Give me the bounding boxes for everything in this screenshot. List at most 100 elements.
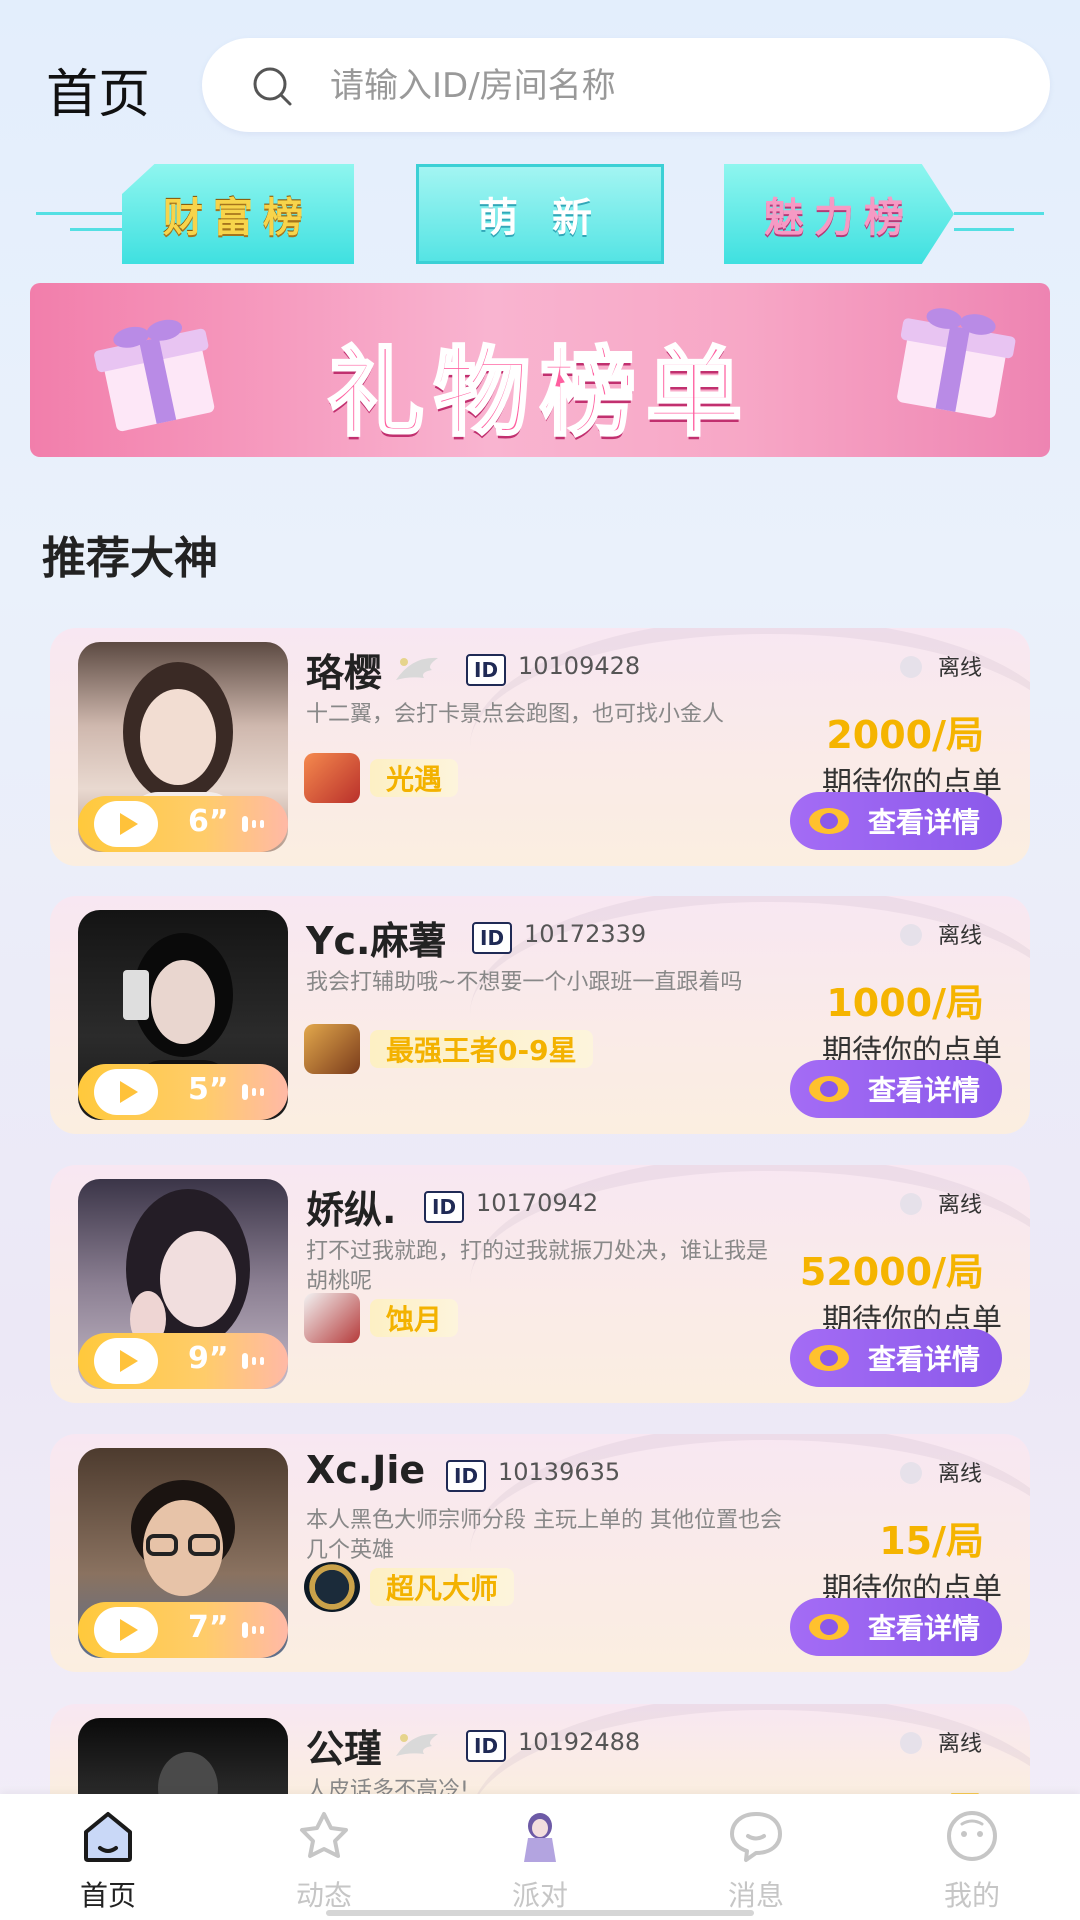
chat-bubble-icon xyxy=(730,1812,782,1862)
online-status: 离线 xyxy=(938,656,983,681)
expert-card[interactable]: 9” 娇纵. ID 10170942 打不过我就跑，打的过我就振刀处决，谁让我是… xyxy=(50,1165,1030,1403)
expert-card[interactable]: 6” 珞樱 ID 10109428 十二翼，会打卡景点会跑图，也可找小金人 光遇… xyxy=(50,628,1030,866)
expert-description: 人皮话多不高冷! xyxy=(306,1778,469,1794)
price: 2000/局 xyxy=(826,713,984,757)
profile-face-icon xyxy=(947,1811,997,1861)
tab-messages-label: 消息 xyxy=(727,1879,784,1912)
id-badge: ID xyxy=(446,1460,487,1492)
voice-duration: 9” xyxy=(188,1341,229,1376)
tab-moments-label: 动态 xyxy=(295,1879,352,1912)
search-input[interactable] xyxy=(328,56,1022,116)
price: 1000/局 xyxy=(826,981,984,1025)
view-details-label: 查看详情 xyxy=(868,1612,981,1645)
gift-ranking-banner[interactable]: 礼物榜单 xyxy=(30,283,1050,457)
status-dot xyxy=(900,1193,922,1215)
game-tag: 光遇 xyxy=(370,759,459,797)
expert-name: 珞樱 xyxy=(306,651,383,695)
expert-description: 本人黑色大师宗师分段 主玩上单的 其他位置也会几个英雄 xyxy=(306,1508,782,1563)
view-details-label: 查看详情 xyxy=(868,1343,981,1376)
status-dot xyxy=(900,1462,922,1484)
price: 15/局 xyxy=(879,1519,984,1563)
expert-description: 十二翼，会打卡景点会跑图，也可找小金人 xyxy=(306,702,725,727)
id-badge: ID xyxy=(466,1730,507,1762)
tab-mine-label: 我的 xyxy=(943,1879,1000,1912)
user-id: 10192488 xyxy=(518,1728,641,1756)
newbie-rank-button[interactable]: 萌 新 xyxy=(416,164,664,264)
gift-ranking-title: 礼物榜单 xyxy=(327,336,752,451)
user-id: 10170942 xyxy=(476,1189,599,1217)
view-details-button[interactable]: 查看详情 xyxy=(790,1060,1002,1118)
play-icon[interactable] xyxy=(94,1069,158,1115)
expert-name: 公瑾 xyxy=(306,1727,383,1771)
voice-intro[interactable]: 5” xyxy=(78,1064,288,1120)
expert-card[interactable]: 5” Yc.麻薯 ID 10172339 我会打辅助哦~不想要一个小跟班一直跟着… xyxy=(50,896,1030,1134)
play-icon[interactable] xyxy=(94,1607,158,1653)
expert-name: 娇纵. xyxy=(306,1188,397,1232)
rank-row: 财富榜 萌 新 魅力榜 xyxy=(0,156,1080,278)
page-title: 首页 xyxy=(46,65,151,125)
wing-badge-icon xyxy=(396,657,438,680)
play-icon[interactable] xyxy=(94,801,158,847)
online-status: 离线 xyxy=(938,1732,983,1757)
user-id: 10109428 xyxy=(518,652,641,680)
audio-wave-icon xyxy=(242,1084,264,1100)
tab-party[interactable]: 派对 xyxy=(432,1794,648,1920)
expert-description: 打不过我就跑，打的过我就振刀处决，谁让我是胡桃呢 xyxy=(306,1239,769,1294)
view-details-button[interactable]: 查看详情 xyxy=(790,792,1002,850)
voice-intro[interactable]: 6” xyxy=(78,796,288,852)
star-icon xyxy=(300,1812,348,1858)
avatar[interactable] xyxy=(78,1718,288,1794)
id-badge: ID xyxy=(424,1191,465,1223)
voice-duration: 7” xyxy=(188,1610,229,1645)
expert-name: Yc.麻薯 xyxy=(306,919,447,963)
status-dot xyxy=(900,656,922,678)
voice-duration: 6” xyxy=(188,804,229,839)
expert-name: Xc.Jie xyxy=(306,1448,426,1492)
view-details-button[interactable]: 查看详情 xyxy=(790,1329,1002,1387)
play-icon[interactable] xyxy=(94,1338,158,1384)
view-details-label: 查看详情 xyxy=(868,1074,981,1107)
audio-wave-icon xyxy=(242,1622,264,1638)
online-status: 离线 xyxy=(938,924,983,949)
expert-card[interactable]: 7” Xc.Jie ID 10139635 本人黑色大师宗师分段 主玩上单的 其… xyxy=(50,1434,1030,1672)
price: 52000/局 xyxy=(799,1250,984,1294)
decor-line xyxy=(954,212,1044,215)
home-indicator xyxy=(326,1910,754,1916)
voice-duration: 5” xyxy=(188,1072,229,1107)
search-icon xyxy=(253,67,292,106)
party-character-icon xyxy=(524,1813,556,1862)
expert-description: 我会打辅助哦~不想要一个小跟班一直跟着吗 xyxy=(306,970,743,995)
decor-line xyxy=(954,228,1014,231)
status-dot xyxy=(900,1732,922,1754)
tab-moments[interactable]: 动态 xyxy=(216,1794,432,1920)
eye-icon xyxy=(809,1076,849,1102)
tab-home-label: 首页 xyxy=(79,1879,136,1912)
tab-mine[interactable]: 我的 xyxy=(864,1794,1080,1920)
voice-intro[interactable]: 7” xyxy=(78,1602,288,1658)
game-tag: 最强王者0-9星 xyxy=(370,1030,593,1068)
header: 首页 xyxy=(0,0,1080,140)
wing-badge-icon xyxy=(396,1733,438,1756)
online-status: 离线 xyxy=(938,1462,983,1487)
decor-line xyxy=(36,212,126,215)
tab-messages[interactable]: 消息 xyxy=(648,1794,864,1920)
eye-icon xyxy=(809,1345,849,1371)
expert-card[interactable]: 公瑾 ID 10192488 人皮话多不高冷! 离线 1000/局 xyxy=(50,1704,1030,1794)
search-bar[interactable] xyxy=(202,38,1050,132)
bottom-tab-bar: 首页 动态 派对 消息 我的 xyxy=(0,1794,1080,1920)
user-id: 10172339 xyxy=(524,920,647,948)
view-details-button[interactable]: 查看详情 xyxy=(790,1598,1002,1656)
voice-intro[interactable]: 9” xyxy=(78,1333,288,1389)
wealth-rank-button[interactable]: 财富榜 xyxy=(122,164,354,264)
id-badge: ID xyxy=(472,922,513,954)
audio-wave-icon xyxy=(242,816,264,832)
decor-line xyxy=(70,228,130,231)
tab-party-label: 派对 xyxy=(511,1879,568,1912)
section-title: 推荐大神 xyxy=(42,533,218,584)
id-badge: ID xyxy=(466,654,507,686)
eye-icon xyxy=(809,1614,849,1640)
tab-home[interactable]: 首页 xyxy=(0,1794,216,1920)
eye-icon xyxy=(809,808,849,834)
price: 1000/局 xyxy=(826,1780,984,1794)
charm-rank-button[interactable]: 魅力榜 xyxy=(724,164,954,264)
